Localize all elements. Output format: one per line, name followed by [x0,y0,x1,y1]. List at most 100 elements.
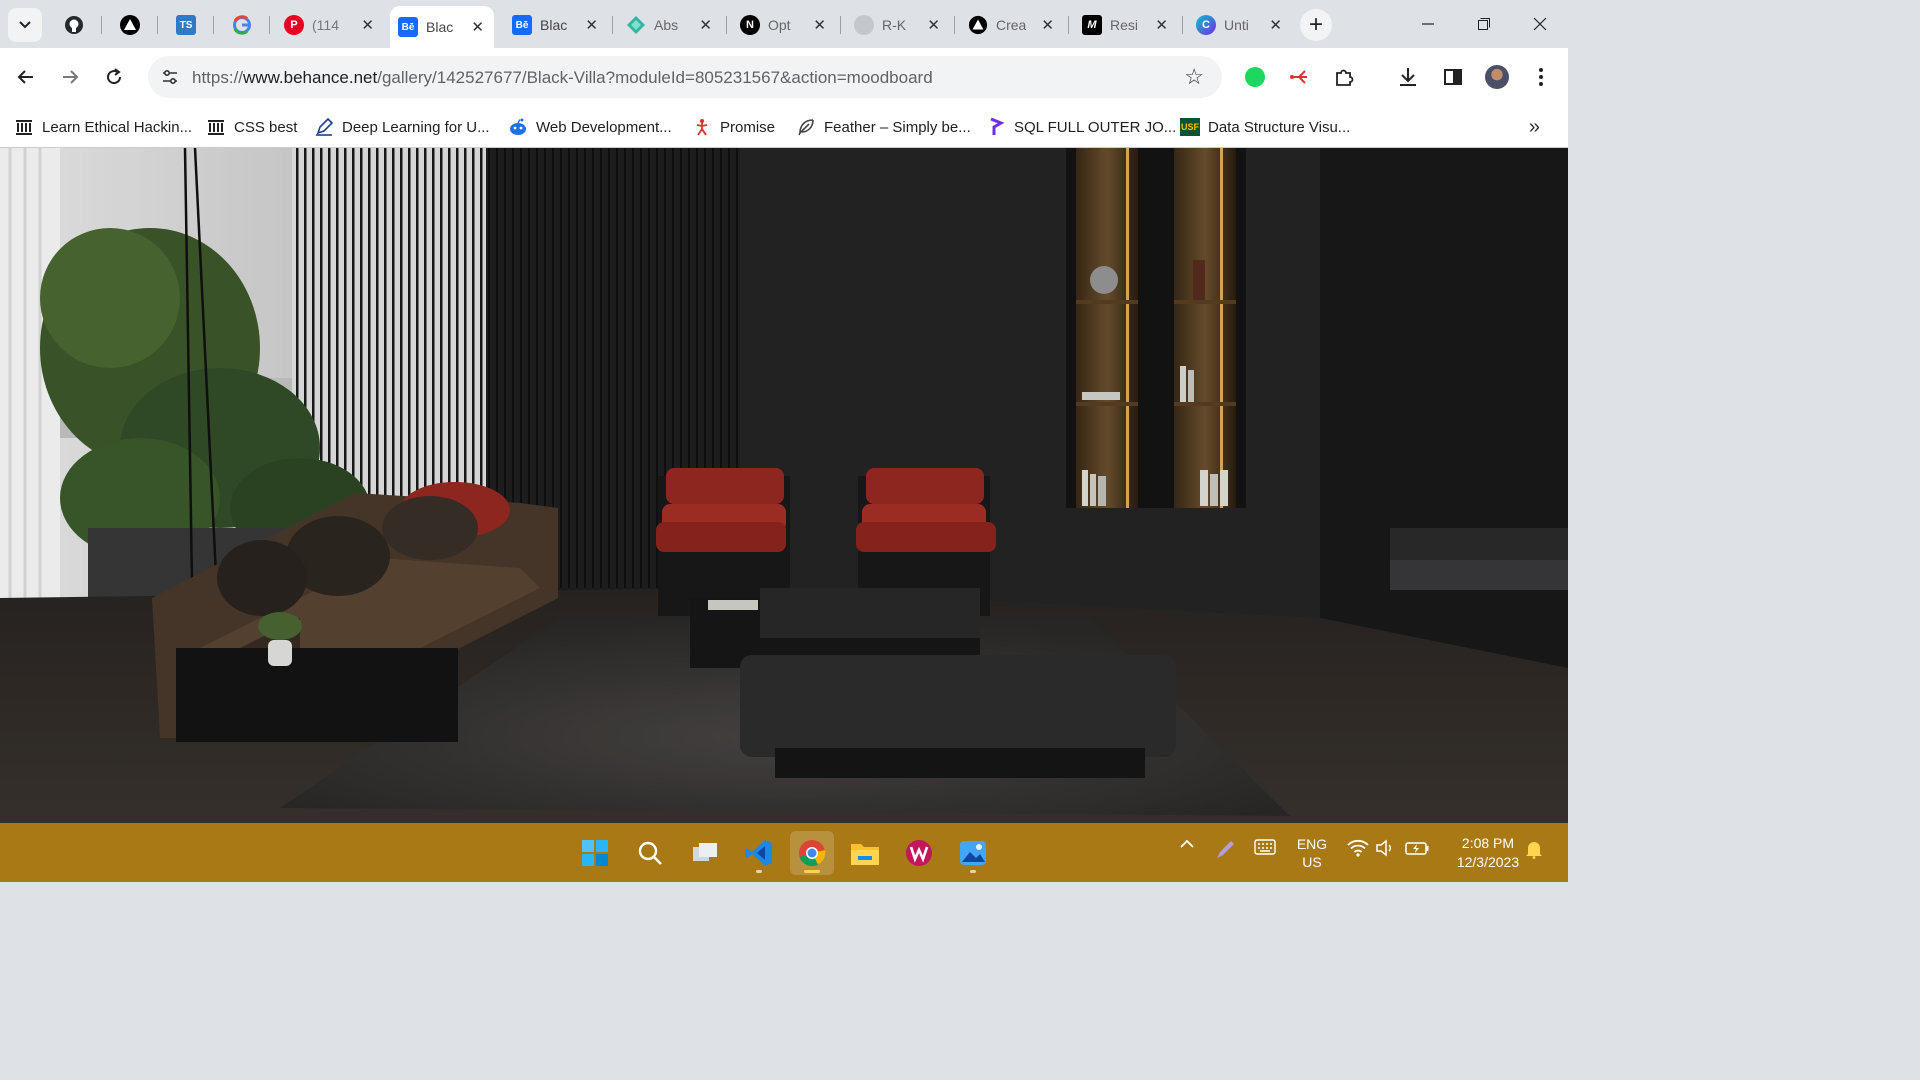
behance-icon: Bē [512,15,532,35]
m-logo-icon: M [1082,15,1102,35]
chrome-app[interactable] [790,831,834,875]
bookmark-item[interactable]: SQL FULL OUTER JO... [986,114,1176,140]
close-icon [1533,17,1547,31]
restore-button[interactable] [1470,10,1498,38]
bookmark-item[interactable]: USF Data Structure Visu... [1180,114,1350,140]
wifi-tray[interactable] [1346,839,1370,857]
tab-search-button[interactable] [8,8,42,42]
wps-app[interactable] [897,831,941,875]
close-icon[interactable]: ✕ [471,18,484,36]
bell-icon [1526,842,1542,859]
url-path: /gallery/142527677/Black-Villa?moduleId=… [377,68,933,87]
close-icon[interactable]: ✕ [1155,16,1168,34]
extension-branch[interactable] [1286,63,1314,91]
close-icon[interactable]: ✕ [699,16,712,34]
windows-logo-icon [582,840,608,866]
tab-abs[interactable]: Abs ✕ [618,8,722,42]
tab-strip: TS P (114 ✕ Bē Blac ✕ Bē Blac ✕ Abs ✕ N … [0,0,1568,48]
pen-tray[interactable] [1212,839,1238,861]
tab-create[interactable]: Crea ✕ [960,8,1064,42]
forward-button[interactable] [54,61,86,93]
windows-taskbar: ENG US 2:08 PM 12/3/2023 [0,823,1568,882]
bookmark-star-icon[interactable]: ☆ [1184,64,1204,90]
profile-button[interactable] [1483,63,1511,91]
gallery-image [0,148,1568,823]
reload-button[interactable] [98,61,130,93]
pinned-tab-typescript[interactable]: TS [164,8,208,42]
bookmark-item[interactable]: Web Development... [508,114,672,140]
input-language[interactable]: ENG US [1292,835,1332,871]
arrow-right-icon [63,70,79,84]
keyboard-tray[interactable] [1252,839,1278,855]
pinned-tab-triangle[interactable] [108,8,152,42]
site-info-button[interactable] [158,65,182,89]
more-vert-icon [1539,68,1543,86]
download-icon [1400,68,1416,86]
start-button[interactable] [573,831,617,875]
bookmark-label: Feather – Simply be... [824,118,971,136]
battery-tray[interactable] [1403,839,1431,857]
tab-title: Blac [426,19,454,35]
new-tab-button[interactable]: + [1300,9,1332,41]
keyboard-icon [1254,839,1276,855]
bookmark-label: Learn Ethical Hackin... [42,118,193,136]
extension-green-dot[interactable] [1241,63,1269,91]
behance-icon: Bē [398,17,418,37]
globe-icon [854,15,874,35]
vscode-app[interactable] [737,831,781,875]
tab-notion[interactable]: N Opt ✕ [732,8,836,42]
pinned-tab-github[interactable] [52,8,96,42]
bookmarks-bar: Learn Ethical Hackin... CSS best Deep Le… [0,106,1568,148]
github-icon [65,16,83,34]
downloads-button[interactable] [1394,63,1422,91]
bookmark-item[interactable]: CSS best [206,114,297,140]
tab-title: Crea [996,17,1026,33]
tab-title: Opt [768,17,791,33]
minimize-icon [1422,23,1434,25]
close-icon[interactable]: ✕ [1041,16,1054,34]
pen-icon [316,117,334,136]
tab-behance[interactable]: Bē Blac ✕ [504,8,608,42]
task-view-button[interactable] [683,831,727,875]
bookmark-item[interactable]: Feather – Simply be... [796,114,971,140]
close-icon[interactable]: ✕ [1269,16,1282,34]
p-logo-icon [990,117,1005,135]
back-button[interactable] [10,61,42,93]
task-view-icon [693,843,717,861]
battery-charging-icon [1405,842,1429,855]
volume-tray[interactable] [1374,839,1398,857]
tab-rk[interactable]: R-K ✕ [846,8,950,42]
file-explorer-app[interactable] [843,831,887,875]
canva-icon: C [1196,15,1216,35]
pinned-tab-google[interactable] [220,8,264,42]
vscode-icon [745,840,772,866]
tray-overflow-chevron-icon[interactable] [1176,839,1198,849]
bookmark-label: Data Structure Visu... [1208,118,1351,136]
notifications-button[interactable] [1522,839,1546,859]
bookmark-item[interactable]: Learn Ethical Hackin... [14,114,192,140]
photos-app[interactable] [951,831,995,875]
chrome-menu-button[interactable] [1527,63,1555,91]
more-bookmarks-chevron-icon[interactable]: » [1529,116,1540,139]
extensions-button[interactable] [1330,63,1358,91]
browser-toolbar: https://www.behance.net/gallery/14252767… [0,48,1568,134]
arrow-left-icon [17,70,33,84]
url-text[interactable]: https://www.behance.net/gallery/14252767… [192,68,933,88]
institution-icon [208,120,224,135]
bookmark-item[interactable]: Promise [692,114,775,140]
side-panel-button[interactable] [1439,63,1467,91]
search-button[interactable] [628,831,672,875]
address-bar[interactable]: https://www.behance.net/gallery/14252767… [148,56,1222,98]
close-icon[interactable]: ✕ [927,16,940,34]
tab-canva[interactable]: C Unti ✕ [1188,8,1292,42]
tab-resi[interactable]: M Resi ✕ [1074,8,1178,42]
close-window-button[interactable] [1526,10,1554,38]
close-icon[interactable]: ✕ [813,16,826,34]
close-icon[interactable]: ✕ [585,16,598,34]
tab-behance-active[interactable]: Bē Blac ✕ [390,6,494,48]
close-icon[interactable]: ✕ [361,16,374,34]
reload-icon [107,68,122,85]
tab-pinterest[interactable]: P (114 ✕ [276,8,384,42]
bookmark-item[interactable]: Deep Learning for U... [314,114,490,140]
minimize-button[interactable] [1414,10,1442,38]
